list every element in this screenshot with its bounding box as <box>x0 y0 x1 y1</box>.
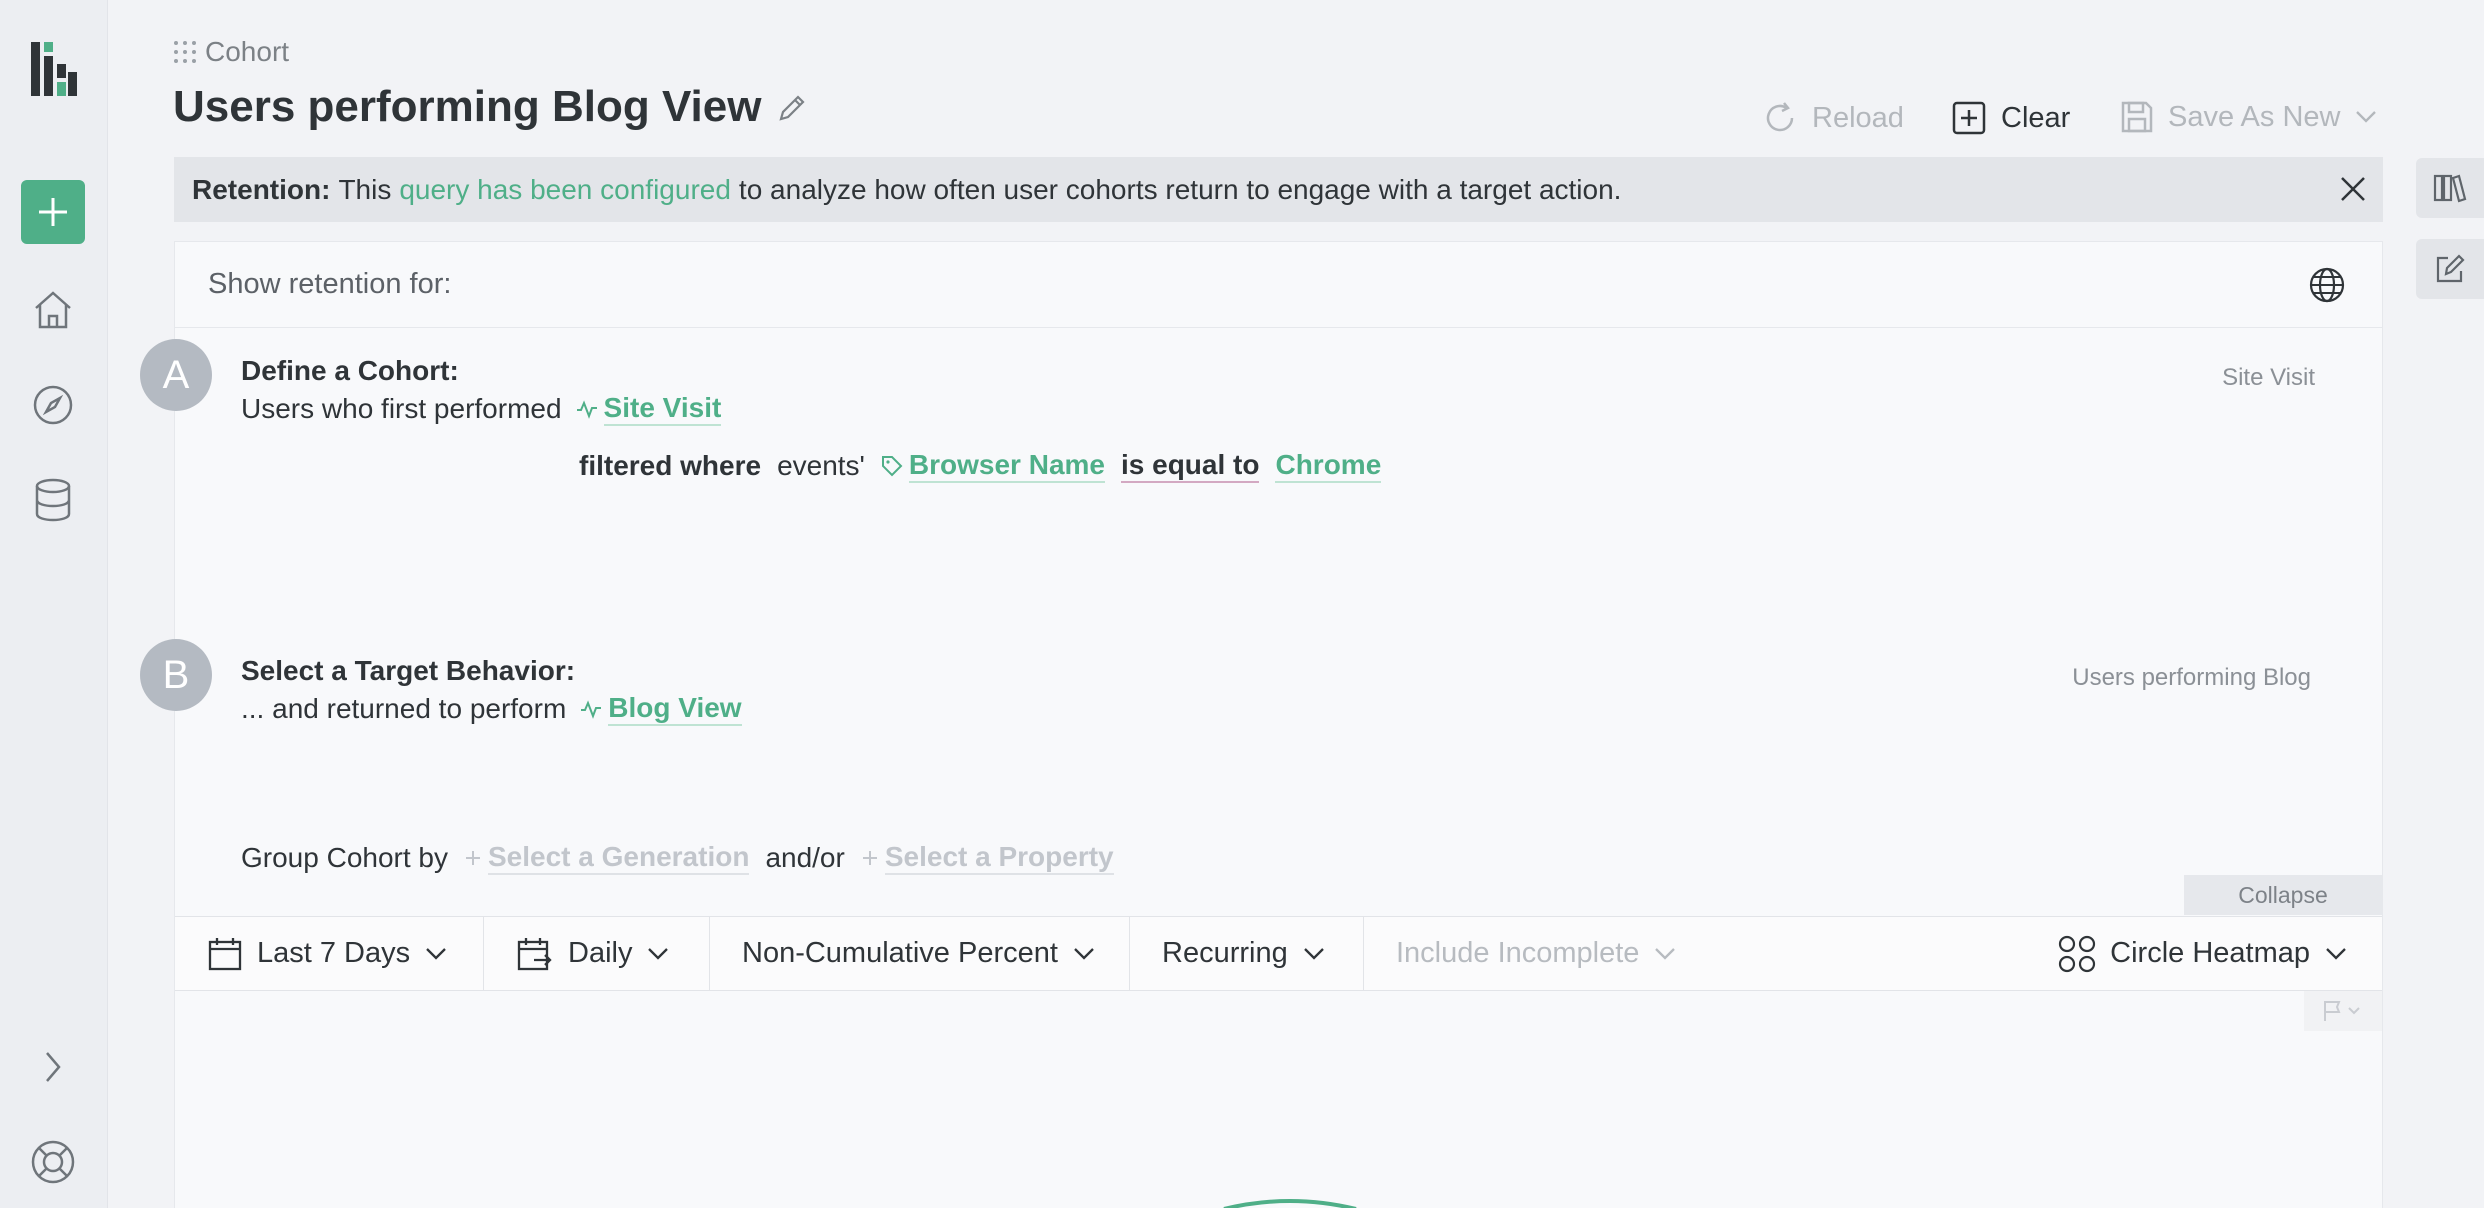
add-document-icon <box>1952 101 1986 135</box>
books-icon <box>2433 174 2467 203</box>
section-a-summary: Site Visit <box>2222 364 2315 391</box>
cohort-filter-row: filtered where events' Browser Name is e… <box>579 449 1382 483</box>
page-title: Users performing Blog View <box>173 82 762 131</box>
activity-pulse-icon <box>581 700 602 720</box>
plus-icon <box>862 851 877 866</box>
cohort-definition-row: Users who first performed Site Visit <box>241 392 722 426</box>
breadcrumb-label: Cohort <box>205 36 290 67</box>
date-range-dropdown[interactable]: Last 7 Days <box>175 917 484 990</box>
new-query-button[interactable] <box>21 180 85 244</box>
annotation-flag-button[interactable] <box>2304 991 2382 1031</box>
compass-icon[interactable] <box>26 378 80 432</box>
select-generation-button[interactable]: Select a Generation <box>488 841 750 875</box>
section-b-summary: Users performing Blog <box>2072 664 2311 691</box>
plus-icon <box>39 198 67 226</box>
define-cohort-title: Define a Cohort: <box>241 355 459 386</box>
banner-label: Retention: <box>192 173 331 205</box>
database-icon[interactable] <box>26 473 80 527</box>
filter-property-select[interactable]: Browser Name <box>908 449 1105 483</box>
save-as-new-button[interactable]: Save As New <box>2120 100 2378 134</box>
notes-edit-tool[interactable] <box>2416 239 2484 299</box>
clear-button[interactable]: Clear <box>1951 100 2070 136</box>
library-books-tool[interactable] <box>2416 158 2484 218</box>
filter-operator-select[interactable]: is equal to <box>1121 449 1260 483</box>
chart-options-toolbar: Last 7 Days Daily Non-Cumulative Percent… <box>175 916 2382 991</box>
group-joiner: and/or <box>765 842 845 874</box>
chevron-down-icon <box>1655 947 1676 960</box>
section-b-badge: B <box>140 639 212 711</box>
save-floppy-icon <box>2121 101 2153 133</box>
group-cohort-row: Group Cohort by Select a Generation and/… <box>241 841 1114 875</box>
interval-dropdown[interactable]: Daily <box>484 917 710 990</box>
edit-note-icon <box>2436 254 2465 283</box>
breadcrumb[interactable]: Cohort <box>173 36 289 68</box>
target-behavior-row: ... and returned to perform Blog View <box>241 692 742 726</box>
home-icon[interactable] <box>26 283 80 337</box>
filter-label: filtered where <box>579 450 762 482</box>
retention-info-banner: Retention: This query has been configure… <box>174 157 2383 222</box>
chevron-down-icon <box>2326 947 2346 960</box>
chevron-down-icon <box>648 947 669 960</box>
chevron-down-icon <box>1303 947 1324 960</box>
activity-pulse-icon <box>576 400 597 420</box>
reload-button[interactable]: Reload <box>1762 100 1904 136</box>
select-property-button[interactable]: Select a Property <box>884 841 1114 875</box>
show-retention-label: Show retention for: <box>208 268 452 300</box>
target-behavior-title: Select a Target Behavior: <box>241 655 576 686</box>
visualization-dropdown[interactable]: Circle Heatmap <box>2026 917 2382 990</box>
plus-icon <box>466 851 480 866</box>
include-incomplete-dropdown[interactable]: Include Incomplete <box>1364 917 1709 990</box>
card-header: Show retention for: <box>175 242 2382 328</box>
close-banner-icon[interactable] <box>2337 173 2369 205</box>
filter-value-select[interactable]: Chrome <box>1275 449 1382 483</box>
help-lifebuoy-icon[interactable] <box>26 1135 80 1189</box>
chevron-down-icon <box>426 947 446 960</box>
expand-chevron-icon[interactable] <box>26 1040 80 1094</box>
circle-heatmap-icon <box>2059 935 2096 972</box>
flag-icon <box>2324 1001 2360 1021</box>
calendar-icon <box>208 937 242 970</box>
globe-icon[interactable] <box>2308 266 2346 304</box>
edit-title-pencil-icon[interactable] <box>776 92 808 124</box>
collapse-button[interactable]: Collapse <box>2184 875 2382 915</box>
reload-icon <box>1766 102 1794 132</box>
tag-icon <box>881 456 903 477</box>
cohort-event-select[interactable]: Site Visit <box>603 392 722 426</box>
retention-mode-dropdown[interactable]: Recurring <box>1130 917 1364 990</box>
banner-pre-text: This <box>338 173 392 205</box>
banner-post-text: to analyze how often user cohorts return… <box>738 173 1622 205</box>
grid-dots-icon <box>174 41 196 63</box>
filter-scope: events' <box>777 450 865 482</box>
chart-loading-arc <box>1220 1197 1360 1208</box>
left-navigation-rail <box>0 0 108 1208</box>
chevron-down-icon <box>1074 947 1094 960</box>
app-logo-icon[interactable] <box>26 42 80 96</box>
query-builder-card: Show retention for: A Define a Cohort: U… <box>140 241 2383 1208</box>
measure-dropdown[interactable]: Non-Cumulative Percent <box>710 917 1130 990</box>
section-a-badge: A <box>140 339 212 411</box>
target-event-select[interactable]: Blog View <box>608 692 742 726</box>
banner-config-link[interactable]: query has been configured <box>399 174 731 206</box>
chevron-down-icon <box>2356 111 2377 123</box>
calendar-repeat-icon <box>517 937 552 970</box>
